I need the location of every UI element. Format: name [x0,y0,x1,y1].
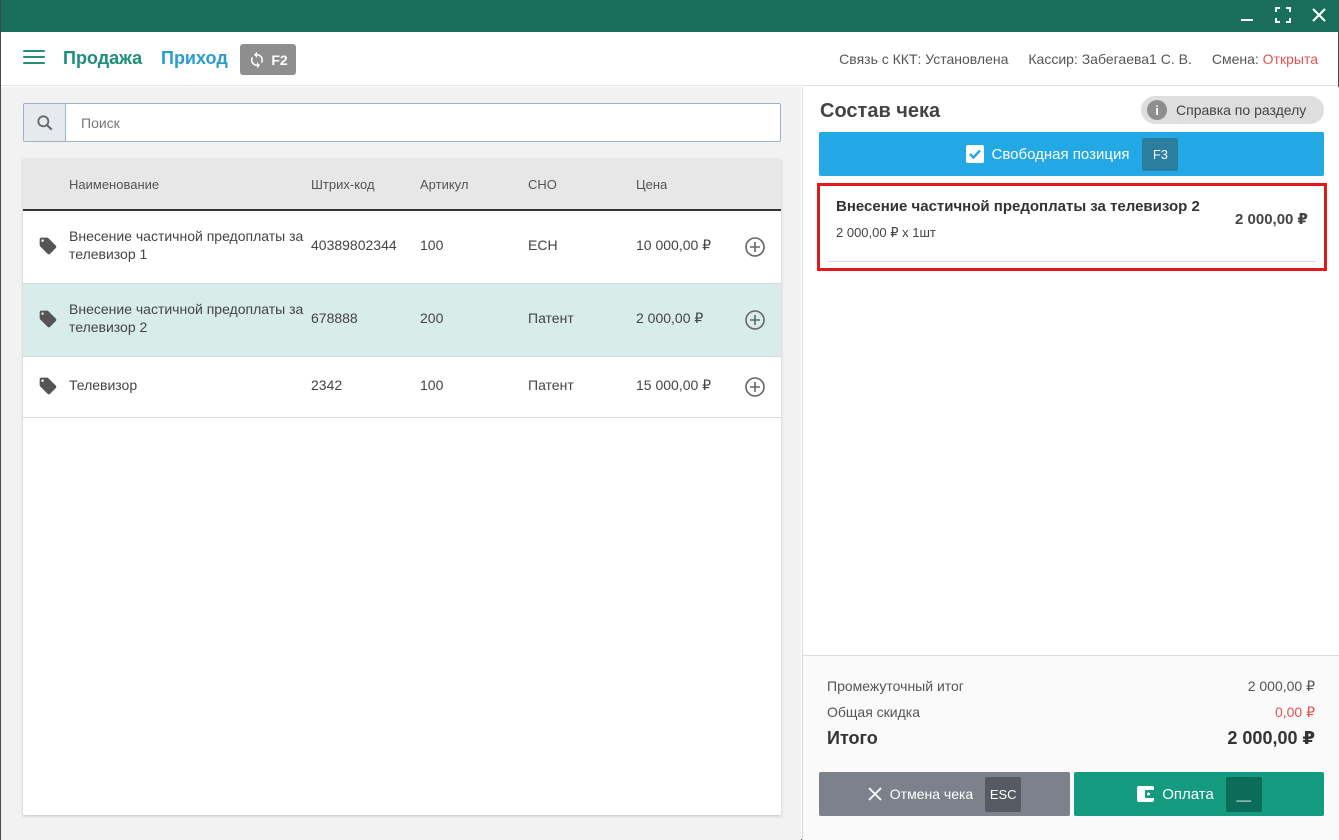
row-article: 100 [420,237,444,253]
divider [828,261,1316,262]
row-name: Внесение частичной предоплаты за телевиз… [69,228,304,262]
info-icon: i [1147,100,1167,120]
tag-icon [39,310,57,328]
products-table: Наименование Штрих-код Артикул СНО Цена … [23,159,781,815]
status-bar: Связь с ККТ: Установлена Кассир: Забегае… [839,51,1318,67]
cancel-key: ESC [985,776,1022,812]
fullscreen-icon [1275,7,1291,23]
tag-icon [39,237,57,255]
cashier-name: Забегаева1 С. В. [1081,51,1192,67]
row-article: 100 [420,377,444,393]
minimize-icon [1241,19,1253,21]
row-article: 200 [420,310,444,326]
total-line: Итого 2 000,00 ₽ [827,728,1315,749]
table-header: Наименование Штрих-код Артикул СНО Цена [23,159,781,211]
close-button[interactable] [1310,6,1328,24]
column-article[interactable]: Артикул [420,177,468,192]
shift-label: Смена: [1211,51,1259,67]
total-label: Итого [827,728,878,748]
row-tax: Патент [528,377,574,393]
close-icon [1312,8,1326,22]
tab-sale[interactable]: Продажа [63,48,142,69]
row-barcode: 2342 [311,377,343,393]
refresh-icon [251,51,264,68]
table-row[interactable]: Внесение частичной предоплаты за телевиз… [23,211,781,284]
column-tax[interactable]: СНО [528,177,557,192]
checkbox-checked-icon [965,145,984,163]
hamburger-menu-icon[interactable] [23,50,45,68]
window-controls [1238,6,1328,24]
receipt-item[interactable]: Внесение частичной предоплаты за телевиз… [817,183,1327,271]
search-input[interactable] [66,104,780,141]
switch-mode-button[interactable]: F2 [240,44,296,75]
app-window: Продажа Приход F2 Связь с ККТ: Установле… [0,0,1339,840]
row-tax: ЕСН [528,237,558,253]
shift-status: Смена: Открыта [1212,51,1318,67]
cashier-label: Кассир: [1028,51,1078,67]
free-position-key: F3 [1142,137,1179,171]
row-barcode: 40389802344 [311,237,397,253]
switch-mode-key: F2 [271,51,288,68]
row-name: Телевизор [69,377,138,393]
receipt-item-qty: 2 000,00 ₽ x 1шт [836,225,936,240]
add-circle-icon[interactable] [744,309,766,331]
row-tax: Патент [528,310,574,326]
products-panel: Наименование Штрих-код Артикул СНО Цена … [1,87,801,840]
column-name[interactable]: Наименование [69,177,159,192]
top-header: Продажа Приход F2 Связь с ККТ: Установле… [1,32,1338,86]
discount-value: 0,00 ₽ [1274,704,1315,720]
total-value: 2 000,00 ₽ [1227,728,1315,748]
maximize-button[interactable] [1274,6,1292,24]
subtotal-label: Промежуточный итог [827,678,964,694]
row-price: 2 000,00 ₽ [636,310,704,326]
free-position-button[interactable]: Свободная позиция F3 [819,132,1324,176]
receipt-panel: Состав чека i Справка по разделу Свободн… [802,87,1339,840]
search-button[interactable] [24,104,66,141]
column-price[interactable]: Цена [636,177,667,192]
shift-value: Открыта [1262,51,1318,67]
cancel-receipt-button[interactable]: Отмена чека ESC [819,772,1070,816]
tab-income[interactable]: Приход [161,48,228,69]
search-icon [36,114,52,130]
pay-label: Оплата [1162,785,1214,803]
minimize-button[interactable] [1238,6,1256,24]
pay-button[interactable]: Оплата __ [1074,772,1324,816]
help-label: Справка по разделу [1176,102,1307,118]
search-box [23,103,781,142]
kkt-label: Связь с ККТ: [839,51,922,67]
add-circle-icon[interactable] [744,236,766,258]
column-barcode[interactable]: Штрих-код [311,177,375,192]
pay-key: __ [1225,776,1262,812]
receipt-item-price: 2 000,00 ₽ [1235,211,1308,228]
discount-label: Общая скидка [827,704,921,720]
receipt-item-name: Внесение частичной предоплаты за телевиз… [836,198,1200,215]
kkt-status: Связь с ККТ: Установлена [839,51,1008,67]
row-price: 15 000,00 ₽ [636,377,712,393]
discount-line: Общая скидка 0,00 ₽ [827,704,1315,720]
subtotal-line: Промежуточный итог 2 000,00 ₽ [827,678,1315,694]
cashier-status: Кассир: Забегаева1 С. В. [1028,51,1191,67]
free-position-label: Свободная позиция [991,145,1130,163]
table-row-selected[interactable]: Внесение частичной предоплаты за телевиз… [23,284,781,357]
cancel-label: Отмена чека [889,786,974,802]
table-row[interactable]: Телевизор 2342 100 Патент 15 000,00 ₽ [23,357,781,418]
row-barcode: 678888 [311,310,358,326]
row-price: 10 000,00 ₽ [636,237,712,253]
row-name: Внесение частичной предоплаты за телевиз… [69,301,304,335]
kkt-value: Установлена [925,51,1009,67]
help-button[interactable]: i Справка по разделу [1141,96,1324,124]
close-icon [868,787,882,801]
add-circle-icon[interactable] [744,376,766,398]
receipt-title: Состав чека [820,100,941,122]
title-bar [1,0,1338,32]
subtotal-value: 2 000,00 ₽ [1247,678,1315,694]
tag-icon [39,377,57,395]
wallet-icon [1137,786,1156,802]
